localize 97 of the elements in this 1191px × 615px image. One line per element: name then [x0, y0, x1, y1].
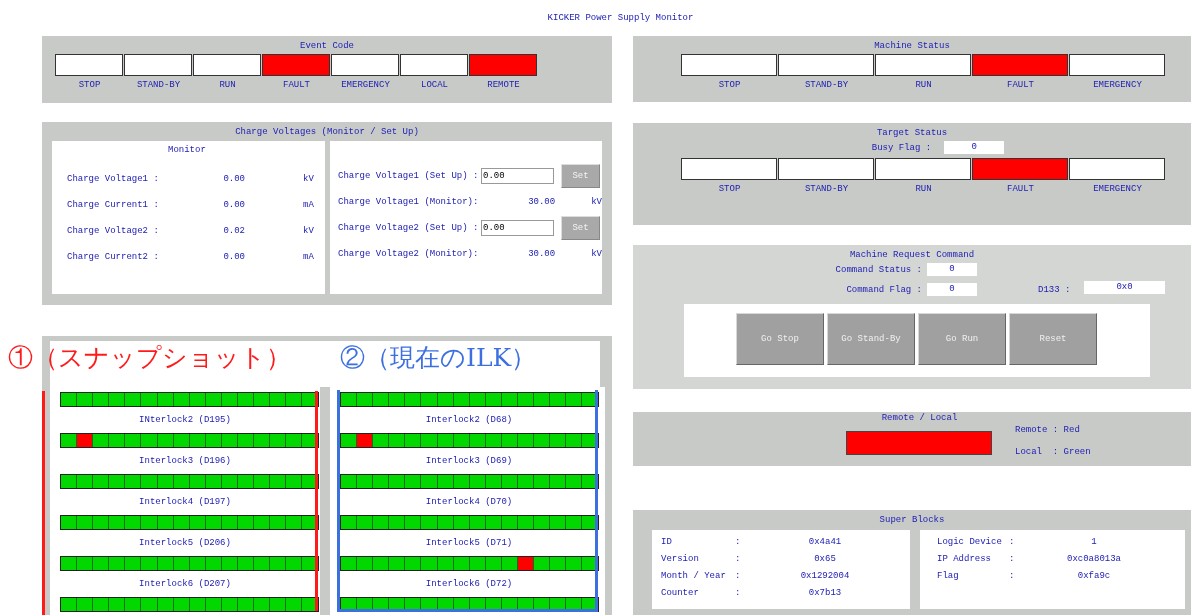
status-label: STOP [78, 79, 101, 92]
interlock-label: Interlock5 (D206) [139, 538, 231, 548]
value-field: 0 [927, 283, 977, 296]
panel-title: Super Blocks [879, 515, 945, 525]
status-label: FAULT [1007, 79, 1034, 92]
panel-title: Machine Status [874, 41, 950, 51]
unit-label: kV [591, 197, 602, 207]
field-label: Charge Voltage1 (Set Up) : [338, 171, 480, 181]
field-value: 0.00 [222, 174, 245, 184]
panel-title: Remote / Local [881, 413, 958, 423]
field-label: Charge Voltage1 (Monitor): [338, 197, 480, 207]
command-button[interactable]: Go Stand-By [827, 313, 915, 365]
legend-text: Local : Green [1015, 446, 1091, 458]
field-value: 0x7b13 [807, 587, 843, 598]
interlock-label: Interlock4 (D70) [425, 497, 513, 507]
input-field[interactable]: 0.00 [481, 168, 554, 184]
status-label: REMOTE [487, 79, 520, 92]
status-label: EMERGENCY [341, 79, 390, 92]
field-label: D133 : [1038, 284, 1072, 295]
panel-title: Charge Voltages (Monitor / Set Up) [235, 127, 419, 137]
separator-text: : [735, 587, 742, 598]
value-field: 0x0 [1084, 280, 1165, 294]
field-label: Charge Voltage2 : [67, 226, 160, 236]
separator-text: : [1009, 570, 1016, 581]
field-value: 0xc0a8013a [1066, 553, 1122, 564]
annotation-label: ①（スナップショット） [8, 342, 291, 374]
window-title: KICKER Power Supply Monitor [546, 12, 695, 25]
interlock-label: Interlock6 (D207) [139, 579, 231, 589]
command-button[interactable]: Go Run [918, 313, 1006, 365]
interlock-label: Interlock5 (D71) [425, 538, 513, 548]
field-label: Charge Voltage1 : [67, 174, 160, 184]
field-label: Logic Device [937, 536, 1003, 547]
field-value: 30.00 [527, 249, 556, 259]
unit-label: kV [303, 174, 314, 184]
field-value: 0xfa9c [1076, 570, 1112, 581]
field-value: 0.00 [222, 252, 245, 262]
set-button[interactable]: Set [561, 164, 600, 188]
command-button[interactable]: Go Stop [736, 313, 824, 365]
input-field[interactable]: 0.00 [481, 220, 554, 236]
annotation-label: ②（現在のILK） [340, 342, 537, 374]
separator-text: : [1009, 536, 1016, 547]
panel-title: Machine Request Command [849, 250, 975, 260]
field-label: Month / Year [661, 570, 727, 581]
field-label: Charge Voltage2 (Monitor): [338, 249, 480, 259]
field-value: 0x4a41 [807, 536, 843, 547]
status-label: FAULT [283, 79, 310, 92]
field-value: 1 [1090, 536, 1098, 547]
field-value: 0.00 [222, 200, 245, 210]
status-label: EMERGENCY [1093, 79, 1142, 92]
interlock-label: Interlock3 (D196) [139, 456, 231, 466]
field-value: 0x1292004 [799, 570, 851, 581]
field-label: Charge Current2 : [67, 252, 160, 262]
field-value: 0x65 [813, 553, 837, 564]
field-label: IP Address [937, 553, 992, 564]
status-label: STAND-BY [804, 79, 849, 92]
separator-text: : [735, 570, 742, 581]
separator-text: : [735, 553, 742, 564]
panel-title: Target Status [876, 128, 948, 138]
legend-text: Remote : Red [1015, 424, 1081, 436]
status-label: EMERGENCY [1093, 183, 1142, 196]
field-label: Busy Flag : [871, 142, 932, 153]
set-button[interactable]: Set [561, 216, 600, 240]
interlock-label: Interlock4 (D197) [139, 497, 231, 507]
status-label: STAND-BY [136, 79, 181, 92]
interlock-label: Interlock3 (D69) [425, 456, 513, 466]
field-value: 30.00 [527, 197, 556, 207]
section-title: Monitor [168, 145, 206, 155]
separator-text: : [735, 536, 742, 547]
interlock-label: Interlock2 (D68) [425, 415, 513, 425]
status-label: STOP [718, 183, 741, 196]
panel-title: Event Code [300, 41, 354, 51]
field-label: Charge Voltage2 (Set Up) : [338, 223, 480, 233]
status-label: RUN [219, 79, 236, 92]
unit-label: mA [303, 200, 314, 210]
status-label: STOP [718, 79, 741, 92]
status-label: FAULT [1007, 183, 1034, 196]
field-label: Command Flag : [845, 284, 923, 295]
value-field: 0 [944, 141, 1005, 154]
interlock-label: INterlock2 (D195) [139, 415, 231, 425]
status-label: RUN [915, 183, 932, 196]
unit-label: kV [303, 226, 314, 236]
status-label: LOCAL [421, 79, 448, 92]
status-label: STAND-BY [804, 183, 849, 196]
status-label: RUN [915, 79, 932, 92]
field-label: ID [661, 536, 673, 547]
field-value: 0.02 [222, 226, 245, 236]
field-label: Charge Current1 : [67, 200, 160, 210]
field-label: Counter [661, 587, 700, 598]
unit-label: mA [303, 252, 314, 262]
interlock-label: Interlock6 (D72) [425, 579, 513, 589]
field-label: Flag [937, 570, 960, 581]
command-button[interactable]: Reset [1009, 313, 1097, 365]
value-field: 0 [927, 263, 977, 276]
field-label: Command Status : [834, 264, 923, 275]
separator-text: : [1009, 553, 1016, 564]
field-label: Version [661, 553, 700, 564]
unit-label: kV [591, 249, 602, 259]
